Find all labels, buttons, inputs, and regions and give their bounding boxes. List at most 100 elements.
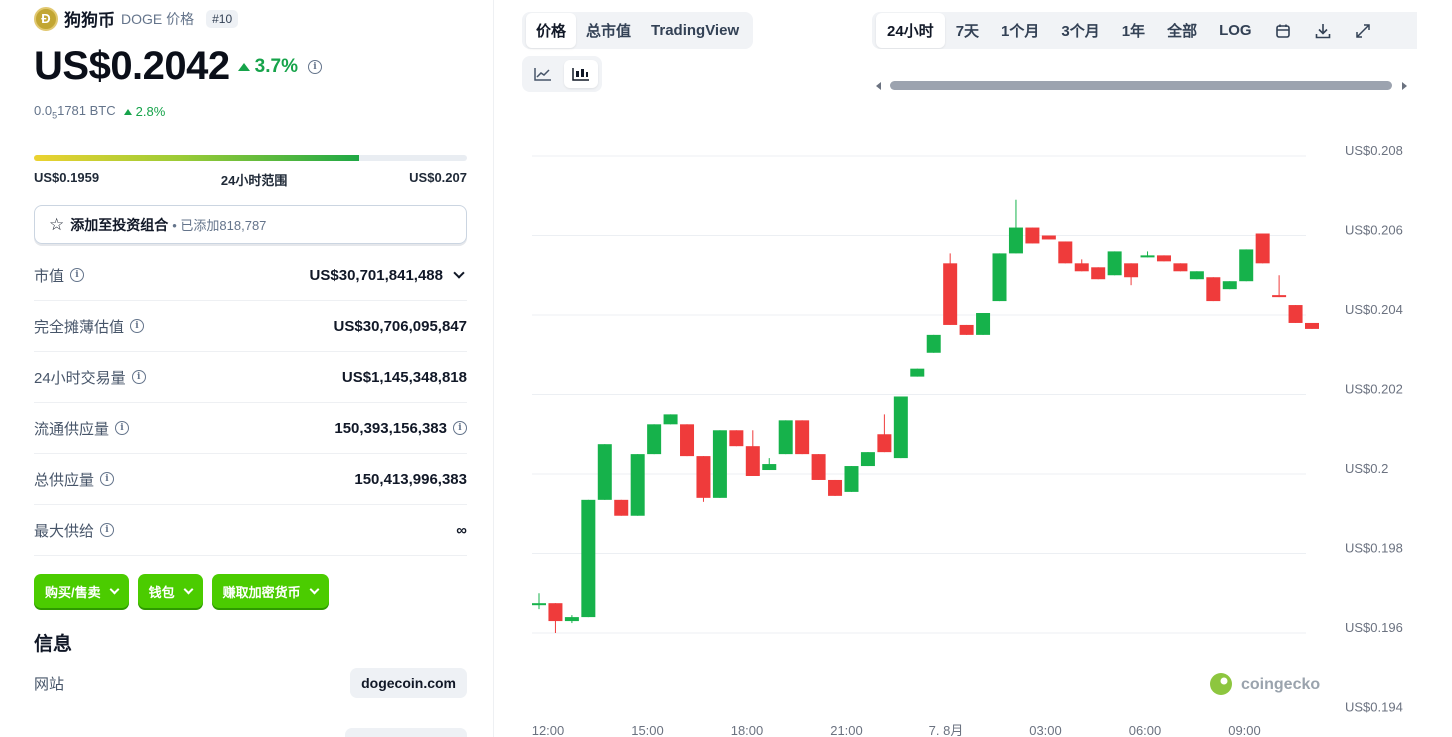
candle-down	[1156, 255, 1171, 262]
calendar-icon	[1275, 24, 1290, 38]
range-1m[interactable]: 1个月	[990, 13, 1050, 48]
tab-tradingview[interactable]: TradingView	[641, 15, 749, 46]
stat-value-text: ∞	[456, 521, 467, 539]
candle-up	[926, 334, 941, 353]
buy-sell-label: 购买/售卖	[45, 584, 101, 600]
stat-value: 150,393,156,383 i	[334, 420, 467, 437]
stat-label: 市值 i	[34, 265, 85, 286]
y-tick-label: US$0.198	[1345, 541, 1403, 556]
x-axis-labels: 12:00 15:00 18:00 21:00 7. 8月 03:00 06:00 09:00	[532, 723, 1261, 737]
candle-down	[548, 603, 563, 622]
candle-up	[910, 368, 925, 377]
stat-label-text: 最大供给	[34, 522, 95, 540]
stats-list: 市值 i US$30,701,841,488 完全摊薄估值 i US$30,706,095…	[34, 250, 467, 556]
scroll-left-arrow-icon[interactable]	[876, 82, 881, 90]
range-24h-bar	[34, 155, 467, 161]
tab-price[interactable]: 价格	[526, 13, 577, 48]
candles-group	[532, 199, 1319, 633]
chevron-down-icon	[309, 584, 320, 594]
btc-change: 2.8%	[123, 104, 166, 120]
range-7d[interactable]: 7天	[945, 13, 990, 48]
range-log[interactable]: LOG	[1208, 15, 1263, 46]
stat-label-text: 完全摊薄估值	[34, 318, 125, 336]
info-icon[interactable]: i	[130, 319, 145, 333]
horizontal-scrollbar[interactable]	[872, 77, 1417, 95]
stat-value-text: US$30,701,841,488	[309, 266, 443, 284]
candle-down	[1206, 277, 1221, 302]
candle-up	[1140, 255, 1155, 258]
wallet-button[interactable]: 钱包	[137, 574, 203, 608]
download-button[interactable]	[1303, 16, 1343, 46]
info-icon[interactable]: i	[100, 472, 115, 486]
tab-market-cap[interactable]: 总市值	[576, 13, 641, 48]
stat-value-text: US$1,145,348,818	[341, 368, 467, 386]
info-icon[interactable]: i	[100, 523, 115, 537]
candlestick-chart-button[interactable]	[564, 60, 598, 88]
stat-row: 总供应量 i 150,413,996,383	[34, 454, 467, 505]
line-chart-button[interactable]	[526, 60, 560, 88]
line-chart-icon	[534, 68, 551, 81]
website-link[interactable]: dogecoin.com	[350, 668, 467, 698]
stat-value: US$30,706,095,847	[334, 318, 467, 335]
candle-up	[1107, 251, 1122, 276]
earn-label: 赚取加密货币	[222, 584, 301, 600]
price-row: US$0.2042 3.7% i	[34, 44, 322, 89]
info-icon[interactable]: i	[453, 421, 467, 435]
scroll-right-arrow-icon[interactable]	[1402, 82, 1407, 90]
btc-price: 0.051781 BTC	[34, 103, 116, 121]
candle-down	[828, 479, 843, 496]
stat-label: 完全摊薄估值 i	[34, 316, 145, 337]
btc-change-value: 2.8%	[135, 104, 166, 120]
buy-sell-button[interactable]: 购买/售卖	[34, 574, 129, 608]
info-icon[interactable]: i	[307, 59, 322, 74]
y-axis-labels: US$0.208 US$0.206 US$0.204 US$0.202 US$0.2 US…	[1345, 143, 1403, 715]
info-icon[interactable]: i	[115, 421, 130, 435]
stat-row: 市值 i US$30,701,841,488	[34, 250, 467, 301]
rank-badge: #10	[206, 9, 239, 28]
expand-button[interactable]	[1343, 16, 1383, 46]
info-icon[interactable]: i	[70, 268, 85, 282]
range-3m[interactable]: 3个月	[1050, 13, 1110, 48]
candle-down	[1074, 263, 1089, 272]
coingecko-watermark: coingecko	[1210, 673, 1320, 695]
stat-value-text: 150,393,156,383	[334, 419, 447, 437]
y-tick-label: US$0.2	[1345, 461, 1388, 476]
candle-up	[1222, 281, 1237, 290]
candlestick-icon	[572, 68, 589, 81]
candle-up	[712, 430, 727, 498]
up-arrow-icon	[237, 62, 250, 71]
range-24h[interactable]: 24小时	[876, 13, 945, 48]
watermark-text: coingecko	[1241, 676, 1320, 693]
candle-up	[647, 424, 662, 455]
time-range-tabs: 24小时 7天 1个月 3个月 1年 全部 LOG	[872, 12, 1417, 49]
earn-crypto-button[interactable]: 赚取加密货币	[211, 574, 329, 608]
x-tick-label: 09:00	[1228, 723, 1261, 737]
range-all[interactable]: 全部	[1156, 13, 1208, 48]
candle-down	[1255, 233, 1270, 264]
y-tick-label: US$0.208	[1345, 143, 1403, 158]
stat-label: 24小时交易量 i	[34, 367, 146, 388]
stat-value-text: US$30,706,095,847	[333, 317, 467, 335]
range-1y[interactable]: 1年	[1111, 13, 1156, 48]
x-tick-label: 15:00	[631, 723, 664, 737]
y-tick-label: US$0.206	[1345, 223, 1403, 238]
scrollbar-thumb[interactable]	[890, 81, 1392, 90]
next-info-chip[interactable]	[345, 728, 467, 737]
chart-type-toggle	[522, 56, 602, 92]
info-icon[interactable]: i	[131, 370, 146, 384]
calendar-button[interactable]	[1263, 16, 1303, 46]
candle-up	[1189, 271, 1204, 280]
coin-info-panel: Ð 狗狗币 DOGE 价格 #10 US$0.2042 3.7% i 0.051…	[0, 0, 494, 737]
stat-value[interactable]: US$30,701,841,488	[310, 267, 467, 284]
candle-down	[1025, 227, 1040, 244]
candle-down	[795, 420, 810, 455]
download-icon	[1315, 23, 1330, 38]
range-24h-fill	[34, 155, 359, 161]
stat-row: 流通供应量 i 150,393,156,383 i	[34, 403, 467, 454]
range-high: US$0.207	[409, 170, 467, 185]
star-icon: ☆	[49, 214, 65, 234]
add-to-portfolio-button[interactable]: ☆ 添加至投资组合 • 已添加818,787	[34, 205, 467, 244]
x-tick-label: 06:00	[1129, 723, 1162, 737]
stat-row: 最大供给 i ∞	[34, 505, 467, 556]
candle-down	[696, 456, 711, 498]
